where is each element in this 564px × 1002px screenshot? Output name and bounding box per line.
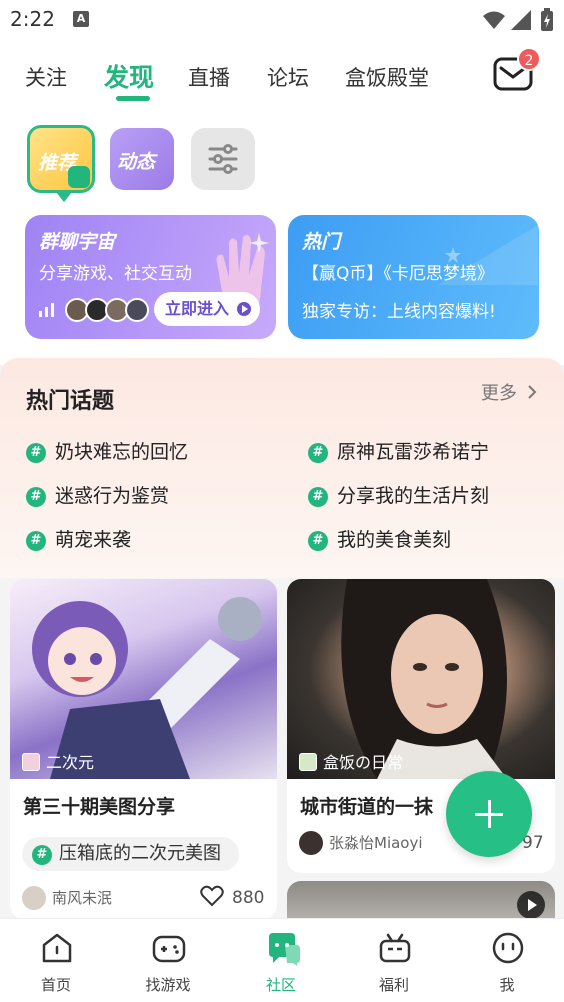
hot-topic-item[interactable]: # 奶块难忘的回忆 [26, 437, 188, 464]
post-card[interactable]: 二次元 第三十期美图分享 # 压箱底的二次元美图 南风未泯 880 [10, 579, 277, 919]
nav-community-label: 社区 [265, 976, 296, 994]
hot-topics-more-link[interactable]: 更多 [481, 379, 538, 405]
hot-topic-label: 分享我的生活片刻 [337, 485, 490, 507]
tab-active-indicator [116, 96, 150, 101]
nav-me[interactable]: 我 [451, 919, 563, 1002]
member-avatars [65, 298, 149, 322]
hashtag-icon: # [32, 845, 52, 865]
hot-topic-label: 奶块难忘的回忆 [55, 441, 189, 463]
sliders-icon [208, 144, 238, 174]
hashtag-icon: # [26, 531, 46, 551]
status-bar: 2:22 A [0, 0, 564, 40]
category-icon [22, 753, 40, 771]
hashtag-icon: # [26, 487, 46, 507]
signal-icon [511, 10, 531, 30]
filter-button[interactable] [191, 128, 255, 190]
group-chat-title: 群聊宇宙 [39, 231, 116, 253]
mail-badge: 2 [517, 47, 541, 71]
notification-a-icon: A [73, 11, 89, 27]
enter-now-label: 立即进入 [165, 299, 230, 318]
nav-find-games[interactable]: 找游戏 [112, 919, 224, 1002]
like-count: 880 [232, 888, 265, 908]
chip-pointer [56, 192, 72, 202]
chat-bubble-icon [269, 933, 300, 966]
hashtag-icon: # [26, 443, 46, 463]
tab-discover[interactable]: 发现 [104, 58, 154, 94]
hot-event-line2: 独家专访：上线内容爆料! [302, 302, 496, 322]
video-play-icon [517, 891, 545, 919]
post-category-tag[interactable]: 二次元 [22, 749, 94, 773]
avatar [22, 886, 46, 910]
chip-dynamic-label: 动态 [117, 151, 156, 173]
hot-topic-label: 我的美食美刻 [337, 529, 452, 551]
create-post-button[interactable] [446, 771, 532, 857]
nav-welfare-label: 福利 [378, 976, 409, 994]
nav-me-label: 我 [499, 976, 515, 994]
gamepad-icon [152, 935, 186, 963]
hot-topic-label: 原神瓦雷莎希诺宁 [337, 441, 490, 463]
chip-dynamic[interactable]: 动态 [110, 128, 174, 190]
hot-topic-item[interactable]: # 原神瓦雷莎希诺宁 [308, 437, 489, 464]
category-label: 盒饭の日常 [323, 753, 404, 772]
like-counter[interactable]: 880 [200, 885, 264, 908]
hot-topic-item[interactable]: # 分享我的生活片刻 [308, 481, 489, 508]
bottom-nav: 首页 找游戏 社区 福利 我 [0, 918, 564, 1002]
wifi-icon [483, 11, 505, 29]
hot-topic-label: 萌宠来袭 [55, 529, 132, 551]
tab-forum[interactable]: 论坛 [267, 62, 309, 92]
post-topic-label: 压箱底的二次元美图 [59, 843, 221, 864]
group-chat-subtitle: 分享游戏、社交互动 [39, 264, 192, 284]
nav-home[interactable]: 首页 [0, 919, 112, 1002]
tab-live[interactable]: 直播 [188, 62, 230, 92]
avatar [125, 298, 149, 322]
category-icon [299, 753, 317, 771]
hot-event-banner[interactable]: 热门 【赢Q币】《卡厄思梦境》 独家专访：上线内容爆料! [288, 215, 539, 339]
post-title: 城市街道的一抹 [300, 796, 434, 818]
tab-hall[interactable]: 盒饭殿堂 [345, 62, 429, 92]
hot-topics-title: 热门话题 [26, 389, 115, 414]
hot-topic-item[interactable]: # 迷惑行为鉴赏 [26, 481, 169, 508]
chevron-right-icon [528, 385, 537, 399]
tab-follow[interactable]: 关注 [25, 62, 67, 92]
author-name: 张淼怡Miaoyi [329, 834, 423, 852]
hot-topic-label: 迷惑行为鉴赏 [55, 485, 170, 507]
hot-topic-item[interactable]: # 我的美食美刻 [308, 525, 451, 552]
battery-icon [541, 8, 553, 31]
hashtag-icon: # [308, 487, 328, 507]
grid-icon [68, 166, 90, 188]
enter-now-button[interactable]: 立即进入 [154, 292, 260, 326]
hot-event-title: 热门 [302, 231, 341, 253]
post-author[interactable]: 南风未泯 [22, 886, 112, 910]
top-nav: 关注 发现 直播 论坛 盒饭殿堂 [0, 40, 564, 115]
gift-icon [379, 933, 411, 963]
post-author[interactable]: 张淼怡Miaoyi [299, 831, 423, 855]
group-chat-banner[interactable]: 群聊宇宙 分享游戏、社交互动 立即进入 [25, 215, 276, 339]
nav-home-label: 首页 [40, 976, 71, 994]
chip-recommend[interactable]: 推荐 [27, 125, 95, 202]
nav-find-games-label: 找游戏 [145, 976, 191, 994]
audio-bars-icon [39, 303, 54, 317]
play-circle-icon [237, 302, 251, 316]
hot-topic-item[interactable]: # 萌宠来袭 [26, 525, 131, 552]
author-name: 南风未泯 [52, 889, 113, 907]
post-card-preview[interactable] [287, 881, 555, 921]
heart-icon [200, 885, 224, 907]
more-label: 更多 [481, 383, 517, 404]
hashtag-icon: # [308, 443, 328, 463]
avatar [299, 831, 323, 855]
hot-event-line1: 【赢Q币】《卡厄思梦境》 [302, 264, 494, 284]
category-label: 二次元 [46, 753, 95, 772]
hashtag-icon: # [308, 531, 328, 551]
post-title: 第三十期美图分享 [23, 796, 176, 818]
post-category-tag[interactable]: 盒饭の日常 [299, 749, 403, 773]
home-icon [42, 933, 72, 963]
nav-community[interactable]: 社区 [225, 919, 337, 1002]
smile-face-icon [492, 932, 524, 964]
status-time: 2:22 [10, 7, 55, 31]
nav-welfare[interactable]: 福利 [338, 919, 450, 1002]
post-topic-chip[interactable]: # 压箱底的二次元美图 [22, 837, 239, 871]
